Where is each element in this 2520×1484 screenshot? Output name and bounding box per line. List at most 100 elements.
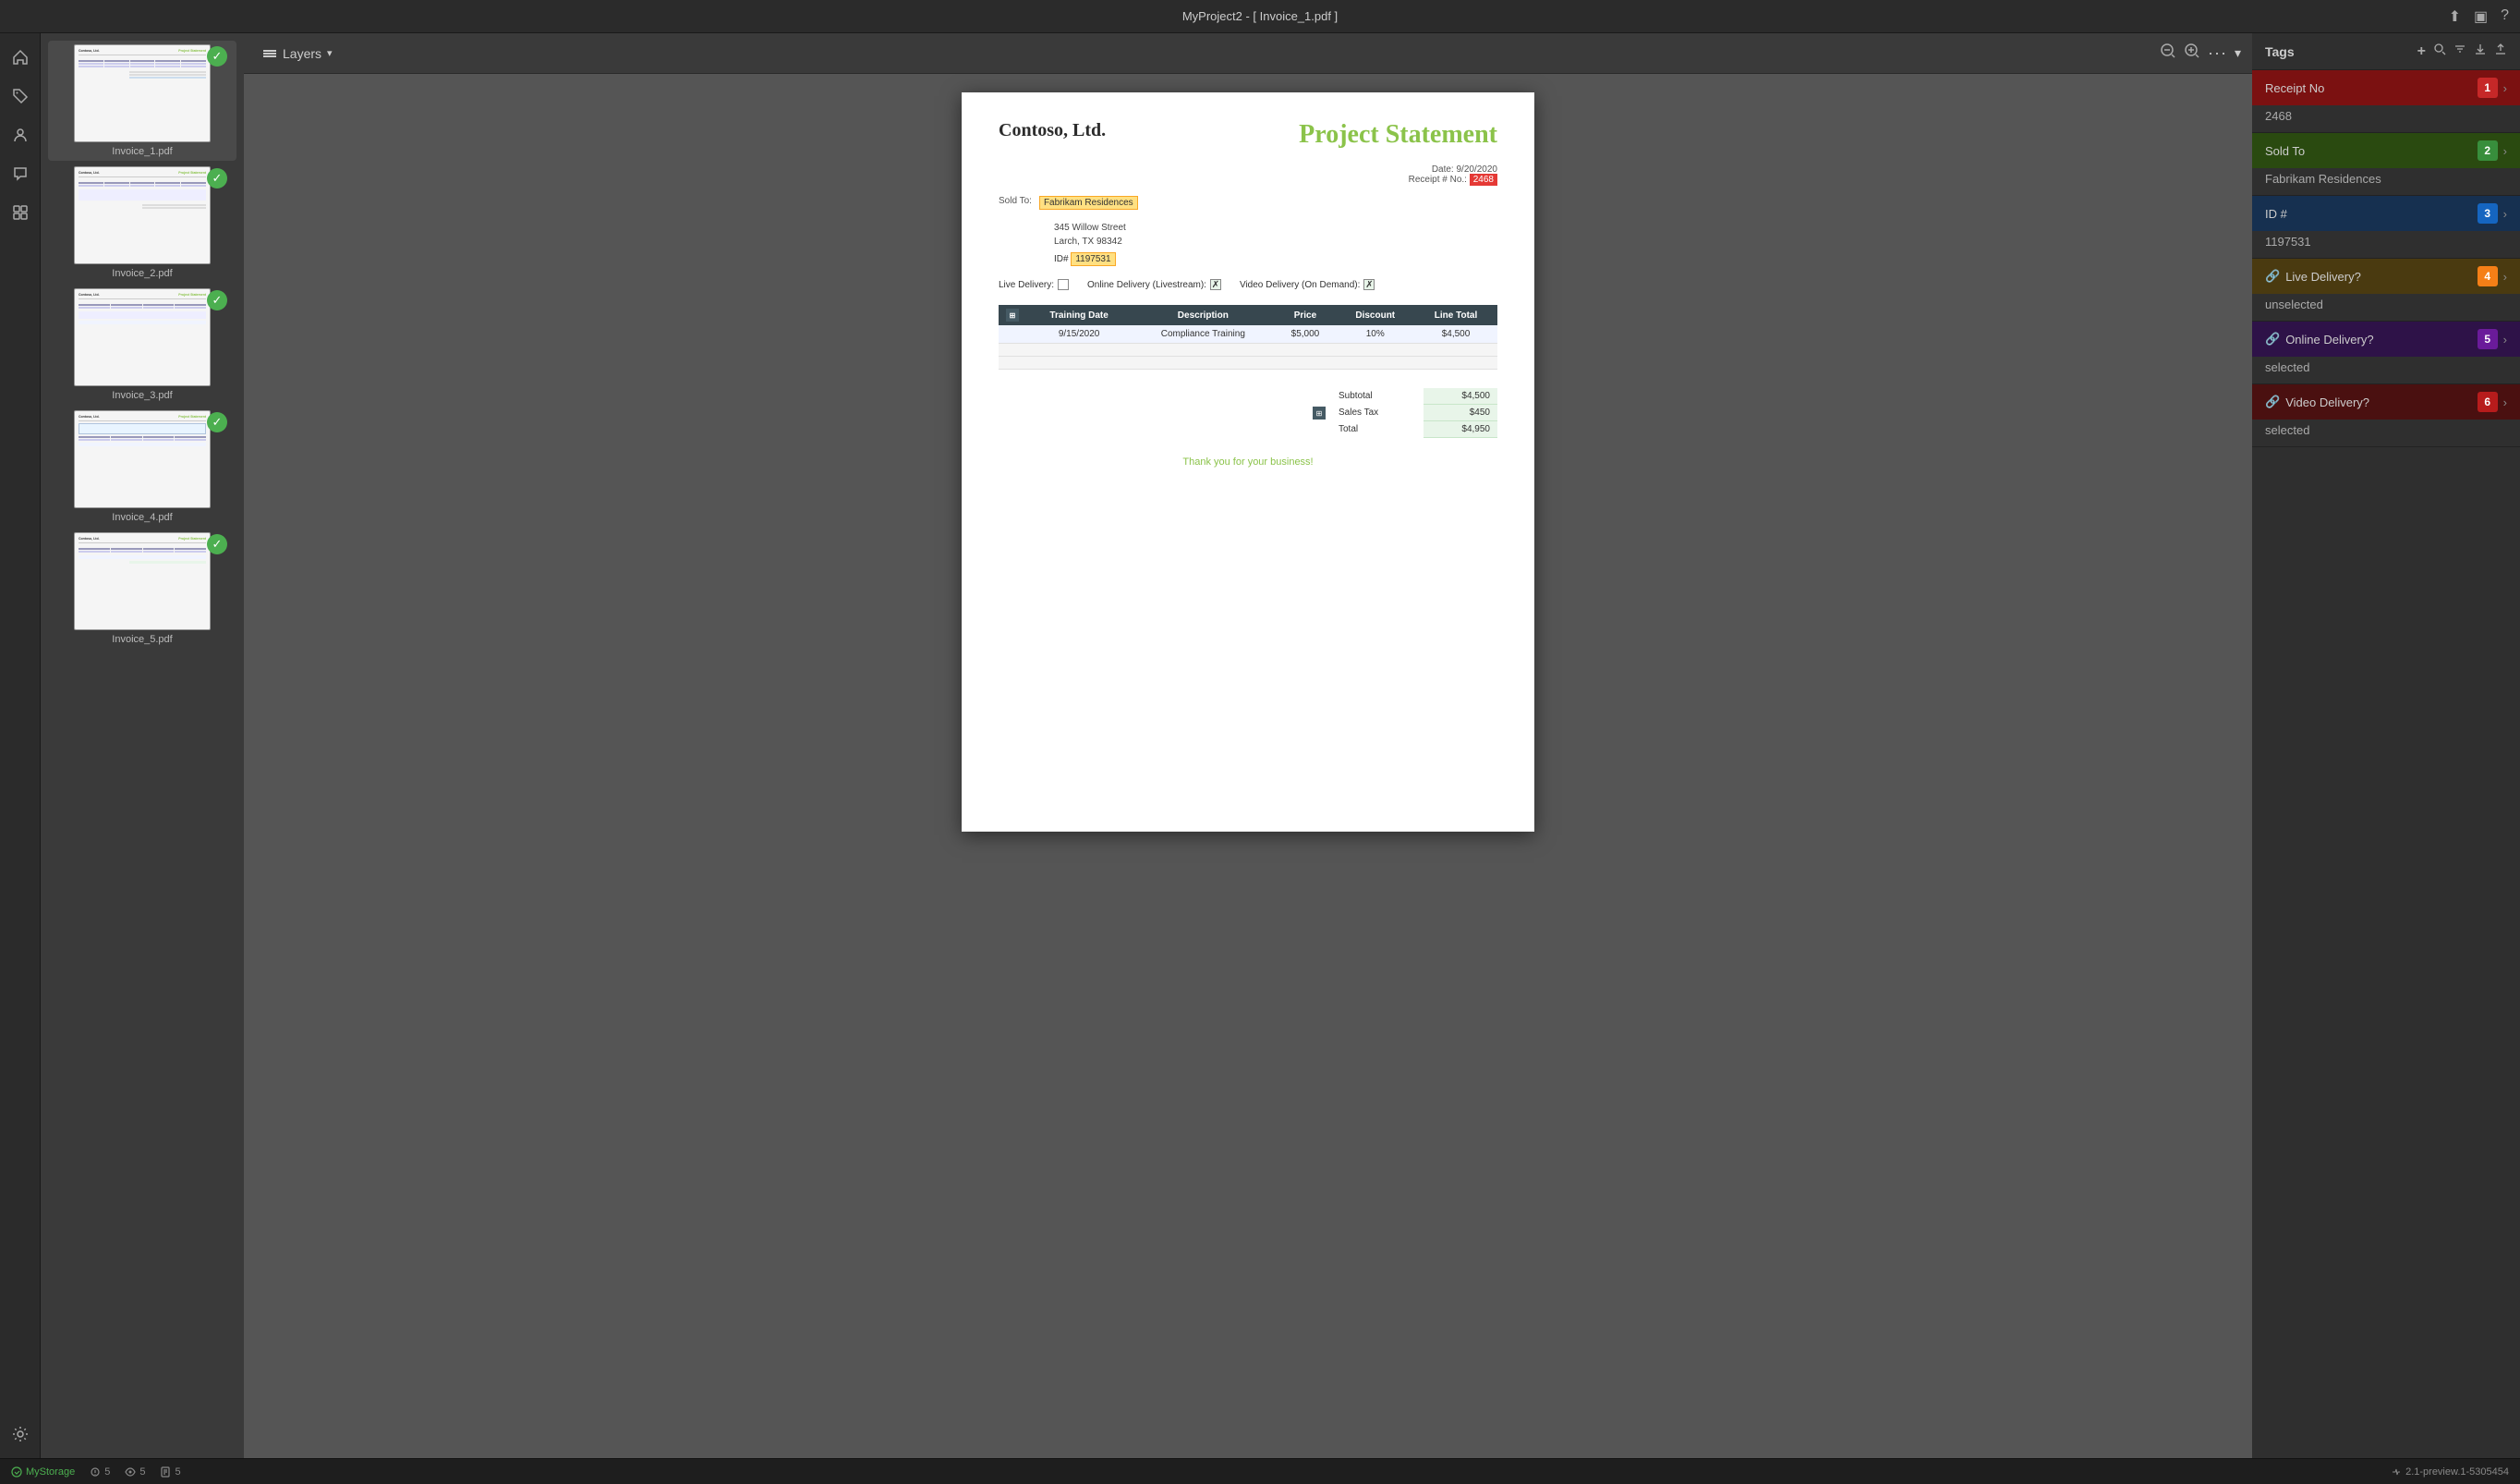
live-delivery-label: Live Delivery: [999, 280, 1054, 290]
sort-tag-button[interactable] [2453, 43, 2466, 60]
subtotal-label: Subtotal [1331, 388, 1424, 405]
tag-soldto-label: Sold To [2265, 144, 2305, 158]
sidebar-item-home[interactable] [4, 41, 37, 74]
zoom-out-button[interactable] [2160, 43, 2176, 64]
id-section: ID# 1197531 [1054, 254, 1497, 264]
tag-id-header[interactable]: ID # 3 › [2252, 196, 2520, 231]
live-delivery: Live Delivery: [999, 279, 1069, 290]
invoice-table: ⊞ Training Date Description Price Discou… [999, 305, 1497, 370]
tag-online-badge: 5 [2478, 329, 2498, 349]
thumbnail-invoice5[interactable]: Contoso, Ltd. Project Statement ✓ Invoic… [48, 529, 236, 649]
id-label: ID# [1054, 254, 1069, 264]
total-label: Total [1331, 421, 1424, 438]
thumb-check-4: ✓ [207, 412, 227, 432]
sidebar-item-users[interactable] [4, 118, 37, 152]
version-value: 2.1-preview.1-5305454 [2405, 1466, 2509, 1478]
sold-to-value: Fabrikam Residences [1039, 196, 1138, 210]
layers-dropdown[interactable]: Layers ▾ [255, 43, 340, 65]
views-count: 5 [125, 1466, 145, 1478]
total-value: $4,950 [1424, 421, 1497, 438]
thumb-label-3: Invoice_3.pdf [112, 390, 172, 401]
tag-soldto-value: Fabrikam Residences [2252, 168, 2520, 195]
views-value: 5 [139, 1466, 145, 1478]
sidebar-item-plugins[interactable] [4, 196, 37, 229]
thumb-check-5: ✓ [207, 534, 227, 554]
sidebar-item-settings[interactable] [4, 1417, 37, 1451]
doc-header: Contoso, Ltd. Project Statement [999, 120, 1497, 150]
tag-live-value: unselected [2252, 294, 2520, 321]
tag-receipt-chevron-icon: › [2503, 81, 2507, 95]
cell-description: Compliance Training [1132, 325, 1274, 344]
tag-video-value: selected [2252, 420, 2520, 446]
tag-video-header[interactable]: 🔗 Video Delivery? 6 › [2252, 384, 2520, 420]
thumbnail-panel: Contoso, Ltd. Project Statement ✓ [41, 33, 244, 1458]
online-delivery: Online Delivery (Livestream): ✗ [1087, 279, 1221, 290]
more-options-button[interactable]: ··· [2208, 43, 2227, 63]
tag-live-delivery: 🔗 Live Delivery? 4 › unselected [2252, 259, 2520, 322]
tags-title: Tags [2265, 44, 2295, 59]
thumb-preview-2: Contoso, Ltd. Project Statement [74, 166, 211, 264]
thumbnail-invoice4[interactable]: Contoso, Ltd. Project Statement ✓ Invoic… [48, 407, 236, 527]
delivery-section: Live Delivery: Online Delivery (Livestre… [999, 279, 1497, 290]
tag-online-delivery: 🔗 Online Delivery? 5 › selected [2252, 322, 2520, 384]
upload-tag-button[interactable] [2494, 43, 2507, 60]
tag-soldto-header[interactable]: Sold To 2 › [2252, 133, 2520, 168]
col-price: Price [1274, 305, 1336, 325]
tag-id-badge: 3 [2478, 203, 2498, 224]
thumbnail-invoice1[interactable]: Contoso, Ltd. Project Statement ✓ [48, 41, 236, 161]
download-tag-button[interactable] [2474, 43, 2487, 60]
document: Contoso, Ltd. Project Statement Date: 9/… [962, 92, 1534, 832]
tag-video-delivery: 🔗 Video Delivery? 6 › selected [2252, 384, 2520, 447]
tag-receipt-header[interactable]: Receipt No 1 › [2252, 70, 2520, 105]
thumbnail-invoice2[interactable]: Contoso, Ltd. Project Statement ✓ Invoic… [48, 163, 236, 283]
document-title: Project Statement [1299, 120, 1497, 150]
tag-video-chevron-icon: › [2503, 395, 2507, 409]
tag-id-hash: ID # 3 › 1197531 [2252, 196, 2520, 259]
tags-panel: Tags + Receipt No [2252, 33, 2520, 1458]
tag-receipt-value: 2468 [2252, 105, 2520, 132]
thumb-label-5: Invoice_5.pdf [112, 634, 172, 645]
document-viewer[interactable]: Contoso, Ltd. Project Statement Date: 9/… [244, 74, 2252, 1458]
titlebar: MyProject2 - [ Invoice_1.pdf ] ⬆ ▣ ? [0, 0, 2520, 33]
cell-date: 9/15/2020 [1026, 325, 1132, 344]
zoom-in-button[interactable] [2184, 43, 2200, 64]
annotations-value: 5 [104, 1466, 110, 1478]
totals-icon: ⊞ [1313, 407, 1326, 420]
video-delivery-checkbox: ✗ [1363, 279, 1375, 290]
thumbnail-invoice3[interactable]: Contoso, Ltd. Project Statement ✓ Invoic… [48, 285, 236, 405]
address-section: 345 Willow Street Larch, TX 98342 [1054, 221, 1497, 249]
storage-label: MyStorage [26, 1466, 75, 1478]
totals-table-row: ⊞ Subtotal $4,500 Sales Tax $450 Total $… [1313, 388, 1497, 438]
row-icon [999, 325, 1026, 344]
tag-live-link-icon: 🔗 [2265, 269, 2280, 284]
tag-online-header[interactable]: 🔗 Online Delivery? 5 › [2252, 322, 2520, 357]
sidebar-item-annotations[interactable] [4, 157, 37, 190]
tax-label: Sales Tax [1331, 405, 1424, 421]
video-delivery-label: Video Delivery (On Demand): [1240, 280, 1360, 290]
col-line-total: Line Total [1414, 305, 1497, 325]
tag-live-badge: 4 [2478, 266, 2498, 286]
add-tag-button[interactable]: + [2417, 43, 2426, 60]
toolbar-chevron-icon[interactable]: ▾ [2235, 45, 2241, 61]
address-line1: 345 Willow Street [1054, 221, 1497, 235]
live-delivery-checkbox [1058, 279, 1069, 290]
tag-video-name: 🔗 Video Delivery? [2265, 395, 2478, 409]
tag-id-chevron-icon: › [2503, 207, 2507, 221]
tag-live-header[interactable]: 🔗 Live Delivery? 4 › [2252, 259, 2520, 294]
thumb-label-1: Invoice_1.pdf [112, 146, 172, 157]
video-delivery: Video Delivery (On Demand): ✗ [1240, 279, 1375, 290]
panel-icon[interactable]: ▣ [2474, 7, 2488, 26]
thumb-label-2: Invoice_2.pdf [112, 268, 172, 279]
share-icon[interactable]: ⬆ [2449, 7, 2461, 26]
search-tag-button[interactable] [2433, 43, 2446, 60]
doc-meta: Date: 9/20/2020 Receipt # No.: 2468 [999, 164, 1497, 185]
cell-total: $4,500 [1414, 325, 1497, 344]
main-layout: Contoso, Ltd. Project Statement ✓ [0, 33, 2520, 1458]
thumb-preview-3: Contoso, Ltd. Project Statement [74, 288, 211, 386]
table-row: 9/15/2020 Compliance Training $5,000 10%… [999, 325, 1497, 344]
version-info: 2.1-preview.1-5305454 [2391, 1466, 2509, 1478]
sidebar-item-tags[interactable] [4, 79, 37, 113]
cell-price: $5,000 [1274, 325, 1336, 344]
help-icon[interactable]: ? [2501, 7, 2509, 26]
thumb-check-3: ✓ [207, 290, 227, 310]
